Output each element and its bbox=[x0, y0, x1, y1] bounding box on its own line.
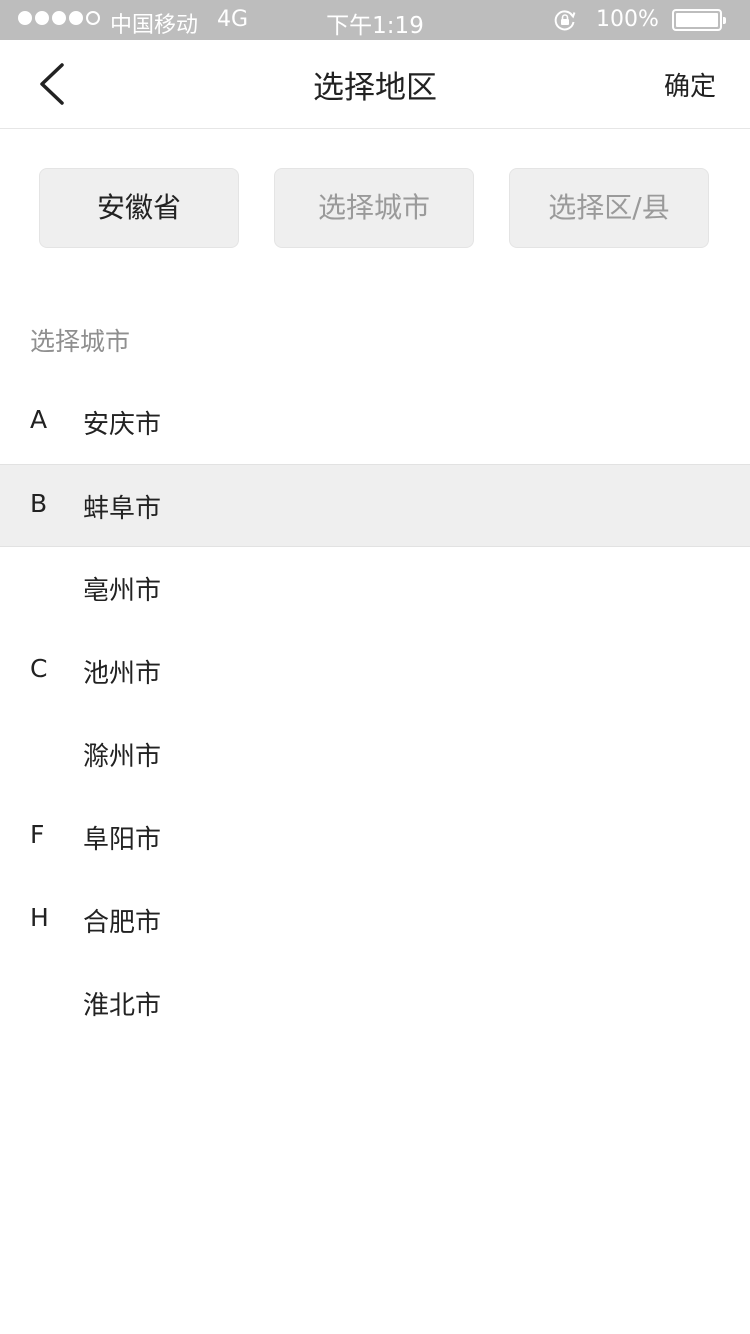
chevron-left-icon bbox=[40, 63, 64, 105]
navigation-bar: 选择地区 确定 bbox=[0, 40, 750, 129]
page-title: 选择地区 bbox=[313, 70, 437, 106]
back-button[interactable] bbox=[30, 60, 74, 108]
battery-icon bbox=[672, 9, 726, 31]
tab-city[interactable]: 选择城市 bbox=[274, 168, 474, 248]
index-letter: C bbox=[30, 654, 48, 683]
city-name: 安庆市 bbox=[83, 410, 162, 440]
section-label: 选择城市 bbox=[30, 327, 131, 356]
index-letter: B bbox=[30, 489, 48, 518]
list-item[interactable]: 淮北市 bbox=[0, 962, 750, 1045]
list-item[interactable]: H 合肥市 bbox=[0, 879, 750, 962]
confirm-button[interactable]: 确定 bbox=[664, 66, 716, 103]
status-bar: 中国移动 4G 下午1:19 100% bbox=[0, 0, 750, 40]
tab-district[interactable]: 选择区/县 bbox=[509, 168, 709, 248]
city-list: A 安庆市 B 蚌阜市 亳州市 C 池州市 滁州市 F 阜阳市 H 合肥市 淮北… bbox=[0, 381, 750, 1045]
city-name: 蚌阜市 bbox=[83, 494, 162, 524]
rotation-lock-icon bbox=[554, 10, 576, 31]
index-letter: F bbox=[30, 820, 45, 849]
list-item[interactable]: 亳州市 bbox=[0, 547, 750, 630]
city-name: 淮北市 bbox=[83, 991, 162, 1021]
city-name: 阜阳市 bbox=[83, 825, 162, 855]
list-item[interactable]: 滁州市 bbox=[0, 713, 750, 796]
index-letter: H bbox=[30, 903, 49, 932]
index-letter: A bbox=[30, 405, 48, 434]
list-item[interactable]: C 池州市 bbox=[0, 630, 750, 713]
battery-percentage: 100% bbox=[596, 7, 659, 32]
city-name: 滁州市 bbox=[83, 742, 162, 772]
city-name: 亳州市 bbox=[83, 576, 162, 606]
list-item[interactable]: B 蚌阜市 bbox=[0, 464, 750, 547]
list-item[interactable]: F 阜阳市 bbox=[0, 796, 750, 879]
city-name: 池州市 bbox=[83, 659, 162, 689]
tab-province[interactable]: 安徽省 bbox=[39, 168, 239, 248]
region-level-tabs: 安徽省 选择城市 选择区/县 bbox=[39, 168, 711, 248]
list-item[interactable]: A 安庆市 bbox=[0, 381, 750, 464]
city-name: 合肥市 bbox=[83, 908, 162, 938]
